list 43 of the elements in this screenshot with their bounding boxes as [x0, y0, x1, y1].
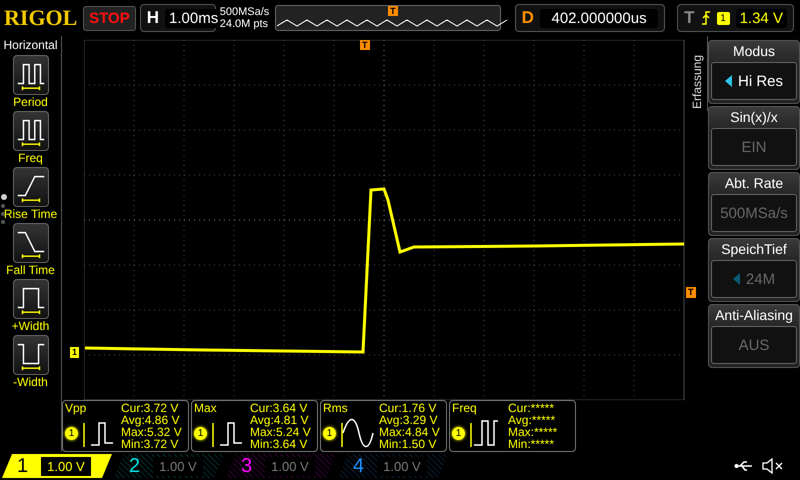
trigger-position-marker: T [360, 40, 370, 50]
channel-badge: 1 [194, 426, 207, 440]
channel-tab[interactable]: 2 1.00 V [114, 454, 224, 478]
channel-tab[interactable]: 3 1.00 V [226, 454, 336, 478]
measurement-value: Cur:3.64 V [250, 402, 308, 414]
trigger-level-marker: T [686, 287, 696, 298]
channel-tab[interactable]: 1 1.00 V [2, 454, 112, 478]
sample-rate: 500MSa/s [220, 6, 270, 18]
measurement-value: Max:5.32 V [121, 426, 183, 438]
measurement-name: Rms [323, 402, 349, 415]
measurement-value: Max:***** [508, 426, 558, 438]
menu-option[interactable]: Modus Hi Res [708, 40, 800, 104]
delay-display: D 402.000000us [514, 4, 666, 32]
measurement-value: Avg:***** [508, 414, 556, 426]
channel-badge: 1 [65, 426, 78, 440]
measurement-value: Min:3.72 V [121, 438, 180, 450]
trigger-position-marker: T [388, 6, 398, 16]
measurement-value: Max:5.24 V [250, 426, 312, 438]
measurement-value: Cur:***** [508, 402, 556, 414]
channel-tab[interactable]: 4 1.00 V [338, 454, 448, 478]
channel-badge: 1 [323, 426, 336, 440]
measurement-value: Min:***** [508, 438, 556, 450]
measurement-value: Avg:4.81 V [250, 414, 310, 426]
measurement-name: Max [194, 402, 218, 415]
measurement-value: Min:3.64 V [250, 438, 308, 450]
brand-logo: RIGOL [4, 5, 78, 31]
measurement-value: Max:4.84 V [379, 426, 441, 438]
measurement-value: Avg:3.29 V [379, 414, 438, 426]
channel-badge: 1 [452, 426, 465, 440]
trigger-display: T 1 1.34 V [677, 4, 794, 32]
channel-offset-marker: 1 [70, 347, 80, 358]
measurement-value: Avg:4.86 V [121, 414, 180, 426]
measurement-name: Vpp [65, 402, 88, 415]
panel-title: Horizontal [3, 38, 58, 52]
measurement-value: Cur:1.76 V [379, 402, 438, 414]
trigger-source: 1 [716, 12, 730, 24]
measurement-value: Cur:3.72 V [121, 402, 180, 414]
measurement-name: Freq [452, 402, 478, 415]
measure-option[interactable]: Rise Time [4, 167, 58, 221]
rising-edge-icon [700, 11, 711, 25]
memory-depth: 24.0M pts [220, 18, 270, 30]
measurement-value: Min:1.50 V [379, 438, 438, 450]
run-stop-indicator[interactable]: STOP [83, 6, 136, 30]
